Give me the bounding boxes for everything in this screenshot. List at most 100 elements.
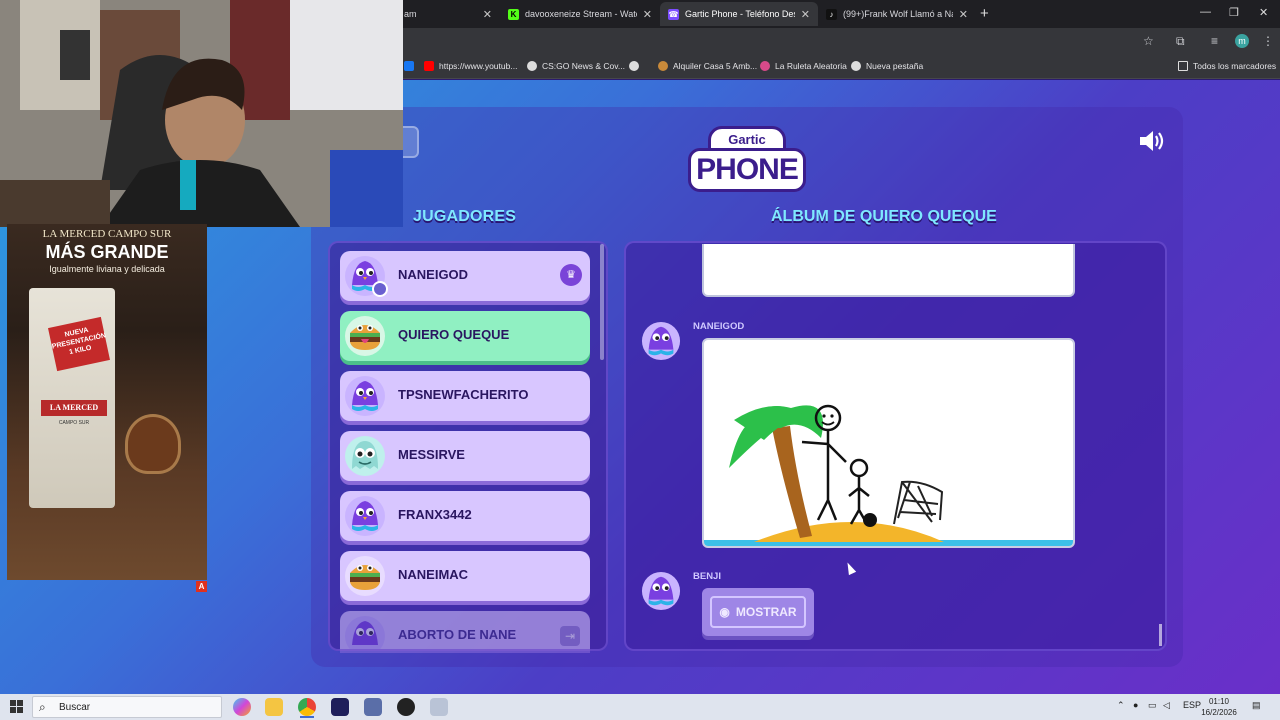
browser-menu-icon[interactable]: ⋮ [1262,34,1274,48]
player-card-self: QUIERO QUEQUE [340,311,590,361]
yerba-pack-image [29,288,115,508]
network-icon[interactable]: ▭ [1148,700,1157,711]
ad-brand: LA MERCED CAMPO SUR [42,228,172,240]
tiktok-favicon-icon: ♪ [826,8,837,20]
album-entry-author: NANEIGOD [693,321,745,332]
bookmark-label: Alquiler Casa 5 Amb... [673,61,758,71]
all-bookmarks[interactable]: Todos los marcadores [1178,61,1276,71]
folder-icon [1178,61,1188,71]
kick-favicon-icon: K [508,8,519,20]
bookmark-youtube[interactable]: https://www.youtub... [424,61,517,71]
purple-bird-avatar-icon [641,571,681,611]
calculator-app-icon[interactable] [364,698,382,716]
players-heading: JUGADORES [413,208,517,225]
taskbar-clock[interactable]: 01:10 16/2/2026 [1199,696,1239,718]
browser-tab[interactable]: ♪ (99+)Frank Wolf Llamó a Nane ✕ [818,2,976,26]
premiere-app-icon[interactable] [331,698,349,716]
album-scrollbar[interactable] [1159,624,1162,646]
youtube-icon [424,61,434,71]
bookmark-new-tab[interactable]: Nueva pestaña [851,61,923,71]
ad-marker-icon: A [196,581,207,592]
sponsor-ad[interactable]: LA MERCED CAMPO SUR MÁS GRANDE Igualment… [7,224,207,580]
bookmark-ruleta[interactable]: La Ruleta Aleatoria [760,61,847,71]
bookmark-facebook-icon[interactable] [404,61,419,71]
taskbar-search[interactable]: ⌕ Buscar [32,696,222,718]
obs-app-icon[interactable] [397,698,415,716]
bookmark-star-icon[interactable]: ☆ [1143,34,1154,48]
host-badge-icon [372,281,388,297]
bookmark-globe[interactable] [629,61,644,71]
crown-icon: ♛ [560,264,582,286]
globe-icon [527,61,537,71]
previous-entry-card [702,244,1075,297]
players-scrollbar[interactable] [600,244,604,360]
player-name: NANEIMAC [398,567,469,582]
new-tab-button[interactable]: + [980,5,989,22]
bookmark-label: Nueva pestaña [866,61,924,71]
bookmark-alquiler[interactable]: Alquiler Casa 5 Amb... [658,61,757,71]
chrome-app-icon[interactable] [298,698,316,716]
player-card: NANEIMAC [340,551,590,601]
paint-app-icon[interactable] [430,698,448,716]
close-tab-icon[interactable]: ✕ [801,8,810,21]
show-button-inner: ◉ MOSTRAR [710,596,806,628]
close-tab-icon[interactable]: ✕ [959,8,968,21]
clock-time: 01:10 [1208,697,1230,706]
teal-ghost-avatar-icon [345,436,385,476]
tab-search-icon[interactable]: ≡ [1211,34,1218,48]
active-app-indicator [300,716,314,718]
pack-sub: CAMPO SUR [58,420,90,426]
clock-date: 16/2/2026 [1201,708,1237,717]
microphone-icon[interactable]: ● [1133,700,1138,710]
purple-bird-avatar-icon [345,496,385,536]
show-button[interactable]: ◉ MOSTRAR [702,588,814,636]
restore-window-icon[interactable]: ❐ [1229,6,1239,19]
purple-bird-avatar-icon [641,321,681,361]
gartic-favicon-icon: ☎ [668,8,679,20]
tab-title: am [404,9,417,19]
show-button-label: MOSTRAR [735,605,797,619]
pack-brand: LA MERCED [41,400,107,416]
beach-drawing [704,404,1073,546]
player-name: QUIERO QUEQUE [398,327,510,342]
windows-start-icon[interactable] [10,700,23,713]
browser-tab[interactable]: K davooxeneize Stream - Watch L ✕ [500,2,660,26]
notifications-icon[interactable]: ▤ [1252,700,1261,711]
close-tab-icon[interactable]: ✕ [483,8,492,21]
tray-expand-icon[interactable]: ⌃ [1117,700,1125,711]
file-explorer-app-icon[interactable] [265,698,283,716]
close-tab-icon[interactable]: ✕ [643,8,652,21]
webcam-overlay [0,0,403,227]
browser-tab-active[interactable]: ☎ Gartic Phone - Teléfono Descon ✕ [660,2,818,26]
profile-avatar[interactable]: m [1235,34,1249,48]
kick-player-icon[interactable]: ⇥ [560,626,580,646]
player-name: ABORTO DE NANE [398,627,517,642]
drawing-canvas [702,338,1075,548]
browser-tab[interactable]: am ✕ [396,2,500,26]
extensions-icon[interactable]: ⧉ [1176,34,1185,49]
sound-toggle-icon[interactable] [1138,128,1166,154]
eye-icon: ◉ [719,605,730,619]
player-card: FRANX3442 [340,491,590,541]
taskbar-search-placeholder: Buscar [59,702,91,713]
gartic-phone-logo: Gartic PHONE [688,124,806,196]
player-name: FRANX3442 [398,507,472,522]
minimize-window-icon[interactable]: — [1200,6,1211,18]
player-name: TPSNEWFACHERITO [398,387,529,402]
webcam-feed [0,0,403,227]
ad-headline: MÁS GRANDE [45,242,169,262]
player-card: MESSIRVE [340,431,590,481]
bookmark-label: https://www.youtub... [439,61,518,71]
ad-subline: Igualmente liviana y delicada [49,264,165,274]
tab-title: Gartic Phone - Teléfono Descon [685,9,795,19]
copilot-app-icon[interactable] [233,698,251,716]
close-window-icon[interactable]: ✕ [1259,6,1268,19]
bookmark-csgo-news[interactable]: CS:GO News & Cov... [527,61,625,71]
search-icon: ⌕ [39,700,46,714]
volume-icon[interactable]: ◁ [1163,700,1170,711]
bookmark-label: CS:GO News & Cov... [542,61,625,71]
globe-icon [629,61,639,71]
roulette-icon [760,61,770,71]
player-card: NANEIGOD ♛ [340,251,590,301]
house-icon [658,61,668,71]
